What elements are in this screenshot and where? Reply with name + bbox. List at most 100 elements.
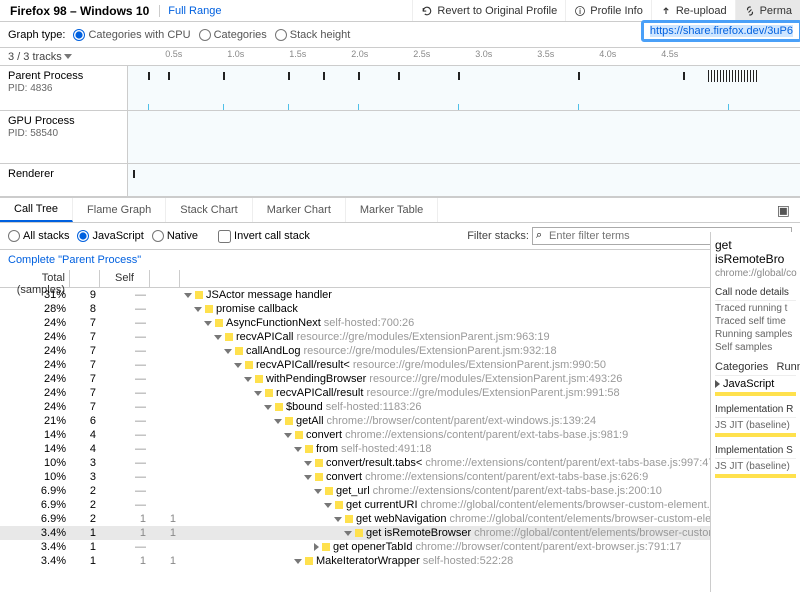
tree-row[interactable]: 28%8—promise callback xyxy=(0,302,800,316)
collapse-icon[interactable] xyxy=(214,335,222,340)
collapse-icon[interactable] xyxy=(244,377,252,382)
detail-title: get isRemoteBro xyxy=(715,238,796,266)
collapse-icon[interactable] xyxy=(294,559,302,564)
collapse-icon[interactable] xyxy=(304,461,312,466)
tree-row[interactable]: 10%3—convert/result.tabs< chrome://exten… xyxy=(0,456,800,470)
radio-stack[interactable] xyxy=(275,29,287,41)
collapse-icon[interactable] xyxy=(334,517,342,522)
tree-row[interactable]: 3.4%111MakeIteratorWrapper self-hosted:5… xyxy=(0,554,800,568)
track-label: GPU ProcessPID: 58540 xyxy=(0,111,128,163)
collapse-icon[interactable] xyxy=(264,405,272,410)
radio-cat[interactable] xyxy=(199,29,211,41)
track-lane[interactable] xyxy=(128,66,800,110)
detail-category-js[interactable]: JavaScript xyxy=(715,378,796,390)
tree-row[interactable]: 24%7—recvAPICall resource://gre/modules/… xyxy=(0,330,800,344)
invert-callstack[interactable]: Invert call stack xyxy=(218,230,310,243)
tree-row[interactable]: 24%7—recvAPICall/result< resource://gre/… xyxy=(0,358,800,372)
fn-name: promise callback xyxy=(216,303,298,315)
profile-info-label: Profile Info xyxy=(590,5,643,17)
detail-section-calltree: Call node details xyxy=(715,287,796,301)
tree-row[interactable]: 24%7—withPendingBrowser resource://gre/m… xyxy=(0,372,800,386)
tree-row[interactable]: 6.9%2—get currentURI chrome://global/con… xyxy=(0,498,800,512)
panel-tabs: Call TreeFlame GraphStack ChartMarker Ch… xyxy=(0,197,800,223)
filter-native[interactable]: Native xyxy=(152,230,198,242)
fn-name: $bound xyxy=(286,401,323,413)
profile-info-button[interactable]: iProfile Info xyxy=(565,0,651,21)
tree-row[interactable]: 3.4%1—get openerTabId chrome://browser/c… xyxy=(0,540,800,554)
reupload-button[interactable]: Re-upload xyxy=(651,0,735,21)
fn-src: chrome://extensions/content/parent/ext-t… xyxy=(373,485,662,497)
collapse-icon[interactable] xyxy=(234,363,242,368)
tracks-count[interactable]: 3 / 3 tracks xyxy=(8,51,72,63)
collapse-icon[interactable] xyxy=(204,321,212,326)
track-lane[interactable] xyxy=(128,164,800,196)
category-icon xyxy=(305,445,313,453)
tree-row[interactable]: 24%7—AsyncFunctionNext self-hosted:700:2… xyxy=(0,316,800,330)
checkbox-invert[interactable] xyxy=(218,230,231,243)
tab-marker-chart[interactable]: Marker Chart xyxy=(253,198,346,222)
collapse-icon[interactable] xyxy=(304,475,312,480)
detail-impl2: Implementation S xyxy=(715,445,796,459)
tab-marker-table[interactable]: Marker Table xyxy=(346,198,438,222)
tree-row[interactable]: 24%7—$bound self-hosted:1183:26 xyxy=(0,400,800,414)
revert-button[interactable]: Revert to Original Profile xyxy=(412,0,565,21)
breadcrumb[interactable]: Complete "Parent Process" xyxy=(0,250,800,270)
fn-src: self-hosted:522:28 xyxy=(423,555,514,567)
radio-cat-cpu[interactable] xyxy=(73,29,85,41)
fn-name: JSActor message handler xyxy=(206,289,332,301)
collapse-icon[interactable] xyxy=(224,349,232,354)
tree-row[interactable]: 21%6—getAll chrome://browser/content/par… xyxy=(0,414,800,428)
filter-stacks-label: Filter stacks: xyxy=(467,230,529,242)
category-icon xyxy=(305,557,313,565)
collapse-icon[interactable] xyxy=(254,391,262,396)
track-lane[interactable] xyxy=(128,111,800,163)
fn-src: resource://gre/modules/ExtensionParent.j… xyxy=(296,331,549,343)
collapse-icon[interactable] xyxy=(274,419,282,424)
collapse-icon[interactable] xyxy=(324,503,332,508)
tree-row[interactable]: 6.9%211get webNavigation chrome://global… xyxy=(0,512,800,526)
fn-name: withPendingBrowser xyxy=(266,373,366,385)
ruler-tick: 0.5s xyxy=(165,49,182,59)
expand-icon[interactable] xyxy=(314,543,319,551)
collapse-icon[interactable] xyxy=(294,447,302,452)
collapse-icon[interactable] xyxy=(184,293,192,298)
impl-bar-2 xyxy=(715,474,796,478)
share-url-tooltip[interactable]: https://share.firefox.dev/3uP6 xyxy=(641,20,800,42)
collapse-icon[interactable] xyxy=(314,489,322,494)
call-tree[interactable]: 31%9—JSActor message handler 28%8—promis… xyxy=(0,288,800,568)
permalink-button[interactable]: Perma xyxy=(735,0,800,21)
detail-sub: chrome://global/co xyxy=(715,268,796,279)
tree-row[interactable]: 6.9%2—get_url chrome://extensions/conten… xyxy=(0,484,800,498)
track-row[interactable]: Renderer xyxy=(0,164,800,197)
tree-row[interactable]: 24%7—callAndLog resource://gre/modules/E… xyxy=(0,344,800,358)
collapse-icon[interactable] xyxy=(284,433,292,438)
radio-js[interactable] xyxy=(77,230,89,242)
filter-javascript[interactable]: JavaScript xyxy=(77,230,143,242)
filter-all-stacks[interactable]: All stacks xyxy=(8,230,69,242)
fn-name: recvAPICall/result< xyxy=(256,359,350,371)
collapse-icon[interactable] xyxy=(344,531,352,536)
radio-all[interactable] xyxy=(8,230,20,242)
graph-opt-stack[interactable]: Stack height xyxy=(275,29,351,41)
ruler-tick: 3.0s xyxy=(475,49,492,59)
tree-row[interactable]: 24%7—recvAPICall/result resource://gre/m… xyxy=(0,386,800,400)
tree-row[interactable]: 31%9—JSActor message handler xyxy=(0,288,800,302)
tree-row[interactable]: 14%4—from self-hosted:491:18 xyxy=(0,442,800,456)
full-range-button[interactable]: Full Range xyxy=(159,5,229,17)
fn-name: getAll xyxy=(296,415,324,427)
tab-call-tree[interactable]: Call Tree xyxy=(0,198,73,222)
tree-row[interactable]: 3.4%111get isRemoteBrowser chrome://glob… xyxy=(0,526,800,540)
collapse-icon[interactable] xyxy=(194,307,202,312)
tab-stack-chart[interactable]: Stack Chart xyxy=(166,198,252,222)
track-row[interactable]: GPU ProcessPID: 58540 xyxy=(0,111,800,164)
track-row[interactable]: Parent ProcessPID: 4836 xyxy=(0,66,800,111)
tab-flame-graph[interactable]: Flame Graph xyxy=(73,198,166,222)
ruler-tick: 1.0s xyxy=(227,49,244,59)
tree-row[interactable]: 14%4—convert chrome://extensions/content… xyxy=(0,428,800,442)
graph-opt-cat-cpu[interactable]: Categories with CPU xyxy=(73,29,190,41)
radio-native[interactable] xyxy=(152,230,164,242)
graph-opt-cat[interactable]: Categories xyxy=(199,29,267,41)
fn-name: convert xyxy=(306,429,342,441)
sidebar-toggle-icon[interactable]: ▣ xyxy=(767,202,800,219)
tree-row[interactable]: 10%3—convert chrome://extensions/content… xyxy=(0,470,800,484)
